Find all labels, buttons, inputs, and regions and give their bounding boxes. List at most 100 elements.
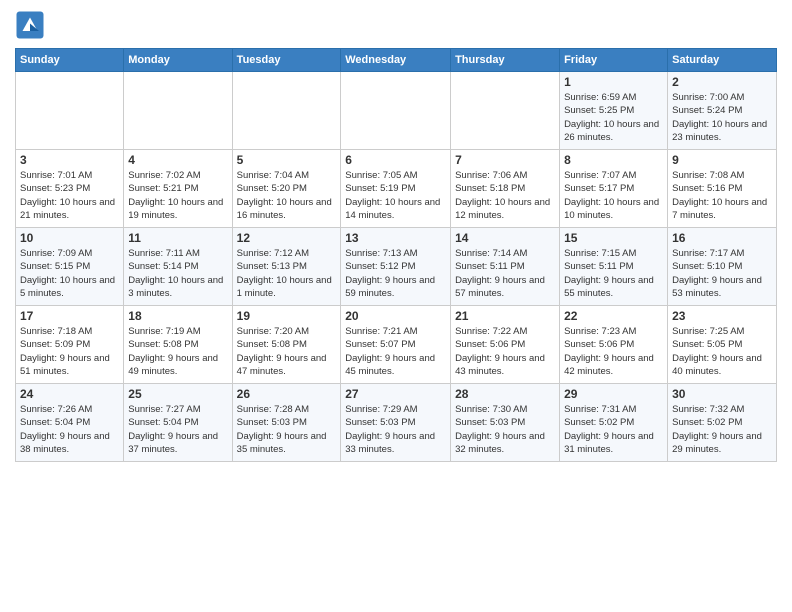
day-number: 24 — [20, 387, 119, 401]
day-number: 10 — [20, 231, 119, 245]
day-info: Sunrise: 6:59 AM Sunset: 5:25 PM Dayligh… — [564, 91, 663, 144]
column-header-monday: Monday — [124, 49, 232, 72]
calendar-cell — [124, 72, 232, 150]
calendar-cell: 9 Sunrise: 7:08 AM Sunset: 5:16 PM Daylig… — [668, 150, 777, 228]
day-info: Sunrise: 7:20 AM Sunset: 5:08 PM Dayligh… — [237, 325, 337, 378]
day-info: Sunrise: 7:15 AM Sunset: 5:11 PM Dayligh… — [564, 247, 663, 300]
day-info: Sunrise: 7:02 AM Sunset: 5:21 PM Dayligh… — [128, 169, 227, 222]
calendar-cell: 25 Sunrise: 7:27 AM Sunset: 5:04 PM Dayli… — [124, 384, 232, 462]
day-info: Sunrise: 7:32 AM Sunset: 5:02 PM Dayligh… — [672, 403, 772, 456]
week-row-1: 1 Sunrise: 6:59 AM Sunset: 5:25 PM Daylig… — [16, 72, 777, 150]
day-number: 5 — [237, 153, 337, 167]
calendar-cell: 22 Sunrise: 7:23 AM Sunset: 5:06 PM Dayli… — [560, 306, 668, 384]
calendar-cell: 2 Sunrise: 7:00 AM Sunset: 5:24 PM Daylig… — [668, 72, 777, 150]
day-number: 27 — [345, 387, 446, 401]
day-number: 23 — [672, 309, 772, 323]
day-info: Sunrise: 7:25 AM Sunset: 5:05 PM Dayligh… — [672, 325, 772, 378]
calendar-cell — [341, 72, 451, 150]
calendar-cell: 19 Sunrise: 7:20 AM Sunset: 5:08 PM Dayli… — [232, 306, 341, 384]
column-header-thursday: Thursday — [451, 49, 560, 72]
day-number: 9 — [672, 153, 772, 167]
day-number: 6 — [345, 153, 446, 167]
day-info: Sunrise: 7:22 AM Sunset: 5:06 PM Dayligh… — [455, 325, 555, 378]
day-number: 1 — [564, 75, 663, 89]
day-number: 26 — [237, 387, 337, 401]
day-number: 19 — [237, 309, 337, 323]
calendar-cell — [16, 72, 124, 150]
day-number: 3 — [20, 153, 119, 167]
calendar-cell: 18Sunrise: 7:19 AM Sunset: 5:08 PM Dayli… — [124, 306, 232, 384]
calendar-cell: 30 Sunrise: 7:32 AM Sunset: 5:02 PM Dayli… — [668, 384, 777, 462]
logo-icon — [15, 10, 45, 40]
calendar-cell: 8 Sunrise: 7:07 AM Sunset: 5:17 PM Daylig… — [560, 150, 668, 228]
calendar-cell: 6Sunrise: 7:05 AM Sunset: 5:19 PM Daylig… — [341, 150, 451, 228]
calendar-cell: 17 Sunrise: 7:18 AM Sunset: 5:09 PM Dayli… — [16, 306, 124, 384]
calendar-cell: 24 Sunrise: 7:26 AM Sunset: 5:04 PM Dayli… — [16, 384, 124, 462]
calendar-cell: 14 Sunrise: 7:14 AM Sunset: 5:11 PM Dayli… — [451, 228, 560, 306]
calendar-cell: 3 Sunrise: 7:01 AM Sunset: 5:23 PM Daylig… — [16, 150, 124, 228]
logo — [15, 10, 47, 40]
calendar-cell: 13 Sunrise: 7:13 AM Sunset: 5:12 PM Dayli… — [341, 228, 451, 306]
calendar-cell: 29 Sunrise: 7:31 AM Sunset: 5:02 PM Dayli… — [560, 384, 668, 462]
day-number: 4 — [128, 153, 227, 167]
calendar-cell — [232, 72, 341, 150]
day-number: 25 — [128, 387, 227, 401]
day-info: Sunrise: 7:23 AM Sunset: 5:06 PM Dayligh… — [564, 325, 663, 378]
day-number: 13 — [345, 231, 446, 245]
calendar-cell: 20 Sunrise: 7:21 AM Sunset: 5:07 PM Dayli… — [341, 306, 451, 384]
column-header-tuesday: Tuesday — [232, 49, 341, 72]
day-info: Sunrise: 7:30 AM Sunset: 5:03 PM Dayligh… — [455, 403, 555, 456]
day-number: 18 — [128, 309, 227, 323]
day-info: Sunrise: 7:27 AM Sunset: 5:04 PM Dayligh… — [128, 403, 227, 456]
column-header-friday: Friday — [560, 49, 668, 72]
day-number: 28 — [455, 387, 555, 401]
calendar-cell: 28 Sunrise: 7:30 AM Sunset: 5:03 PM Dayli… — [451, 384, 560, 462]
day-info: Sunrise: 7:07 AM Sunset: 5:17 PM Dayligh… — [564, 169, 663, 222]
day-info: Sunrise: 7:28 AM Sunset: 5:03 PM Dayligh… — [237, 403, 337, 456]
calendar-cell: 5Sunrise: 7:04 AM Sunset: 5:20 PM Daylig… — [232, 150, 341, 228]
day-info: Sunrise: 7:09 AM Sunset: 5:15 PM Dayligh… — [20, 247, 119, 300]
day-info: Sunrise: 7:08 AM Sunset: 5:16 PM Dayligh… — [672, 169, 772, 222]
calendar-cell: 15 Sunrise: 7:15 AM Sunset: 5:11 PM Dayli… — [560, 228, 668, 306]
week-row-4: 17 Sunrise: 7:18 AM Sunset: 5:09 PM Dayli… — [16, 306, 777, 384]
day-number: 8 — [564, 153, 663, 167]
calendar-cell: 1 Sunrise: 6:59 AM Sunset: 5:25 PM Daylig… — [560, 72, 668, 150]
calendar-cell: 16 Sunrise: 7:17 AM Sunset: 5:10 PM Dayli… — [668, 228, 777, 306]
day-info: Sunrise: 7:12 AM Sunset: 5:13 PM Dayligh… — [237, 247, 337, 300]
day-info: Sunrise: 7:00 AM Sunset: 5:24 PM Dayligh… — [672, 91, 772, 144]
day-number: 21 — [455, 309, 555, 323]
day-info: Sunrise: 7:01 AM Sunset: 5:23 PM Dayligh… — [20, 169, 119, 222]
day-number: 20 — [345, 309, 446, 323]
column-header-saturday: Saturday — [668, 49, 777, 72]
calendar-cell: 4 Sunrise: 7:02 AM Sunset: 5:21 PM Daylig… — [124, 150, 232, 228]
calendar-cell: 10 Sunrise: 7:09 AM Sunset: 5:15 PM Dayli… — [16, 228, 124, 306]
page: SundayMondayTuesdayWednesdayThursdayFrid… — [0, 0, 792, 472]
day-number: 7 — [455, 153, 555, 167]
week-row-3: 10 Sunrise: 7:09 AM Sunset: 5:15 PM Dayli… — [16, 228, 777, 306]
day-info: Sunrise: 7:21 AM Sunset: 5:07 PM Dayligh… — [345, 325, 446, 378]
day-number: 15 — [564, 231, 663, 245]
header — [15, 10, 777, 40]
day-number: 22 — [564, 309, 663, 323]
column-header-wednesday: Wednesday — [341, 49, 451, 72]
day-number: 16 — [672, 231, 772, 245]
day-info: Sunrise: 7:13 AM Sunset: 5:12 PM Dayligh… — [345, 247, 446, 300]
day-info: Sunrise: 7:14 AM Sunset: 5:11 PM Dayligh… — [455, 247, 555, 300]
day-number: 2 — [672, 75, 772, 89]
day-info: Sunrise: 7:18 AM Sunset: 5:09 PM Dayligh… — [20, 325, 119, 378]
day-number: 30 — [672, 387, 772, 401]
week-row-5: 24 Sunrise: 7:26 AM Sunset: 5:04 PM Dayli… — [16, 384, 777, 462]
day-info: Sunrise: 7:11 AM Sunset: 5:14 PM Dayligh… — [128, 247, 227, 300]
day-info: Sunrise: 7:17 AM Sunset: 5:10 PM Dayligh… — [672, 247, 772, 300]
day-number: 29 — [564, 387, 663, 401]
day-number: 14 — [455, 231, 555, 245]
calendar-header-row: SundayMondayTuesdayWednesdayThursdayFrid… — [16, 49, 777, 72]
day-number: 17 — [20, 309, 119, 323]
day-info: Sunrise: 7:31 AM Sunset: 5:02 PM Dayligh… — [564, 403, 663, 456]
calendar-cell: 26 Sunrise: 7:28 AM Sunset: 5:03 PM Dayli… — [232, 384, 341, 462]
day-number: 12 — [237, 231, 337, 245]
calendar-cell: 11 Sunrise: 7:11 AM Sunset: 5:14 PM Dayli… — [124, 228, 232, 306]
day-info: Sunrise: 7:26 AM Sunset: 5:04 PM Dayligh… — [20, 403, 119, 456]
day-number: 11 — [128, 231, 227, 245]
day-info: Sunrise: 7:06 AM Sunset: 5:18 PM Dayligh… — [455, 169, 555, 222]
